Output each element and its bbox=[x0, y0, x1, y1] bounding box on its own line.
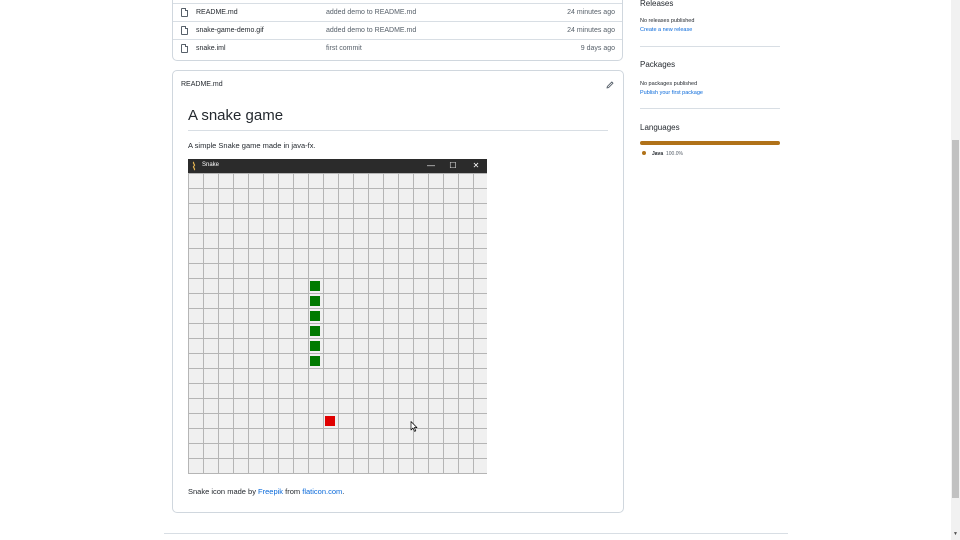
snake-segment bbox=[310, 326, 320, 336]
sidebar-divider bbox=[640, 108, 780, 109]
readme-header: README.md bbox=[173, 71, 623, 99]
file-row[interactable]: snake.iml first commit 9 days ago bbox=[173, 39, 622, 58]
commit-age: 24 minutes ago bbox=[567, 9, 615, 16]
pencil-icon[interactable] bbox=[605, 80, 615, 90]
snake-food bbox=[325, 416, 335, 426]
packages-heading[interactable]: Packages bbox=[640, 60, 675, 69]
snake-segment bbox=[310, 281, 320, 291]
snake-demo-image: Snake — ☐ ✕ bbox=[188, 159, 487, 474]
flaticon-link[interactable]: flaticon.com bbox=[302, 487, 342, 496]
file-name[interactable]: snake-game-demo.gif bbox=[196, 27, 264, 34]
credit-middle: from bbox=[283, 487, 303, 496]
readme-title: A snake game bbox=[188, 107, 284, 124]
language-bar bbox=[640, 141, 780, 145]
scroll-down-arrow-icon[interactable]: ▼ bbox=[952, 531, 959, 538]
publish-package-link[interactable]: Publish your first package bbox=[640, 90, 703, 96]
mouse-cursor-icon bbox=[410, 421, 418, 432]
file-icon bbox=[181, 26, 188, 35]
sidebar-divider bbox=[640, 46, 780, 47]
snake-segment bbox=[310, 341, 320, 351]
releases-text: No releases published bbox=[640, 18, 695, 24]
releases-heading[interactable]: Releases bbox=[640, 0, 673, 8]
credit-prefix: Snake icon made by bbox=[188, 487, 259, 496]
commit-message[interactable]: added demo to README.md bbox=[326, 9, 416, 16]
commit-message[interactable]: added demo to README.md bbox=[326, 27, 416, 34]
repository-page: README.md added demo to README.md 24 min… bbox=[0, 0, 960, 540]
snake-app-icon bbox=[192, 161, 196, 171]
freepik-link[interactable]: Freepik bbox=[258, 487, 283, 496]
demo-window-title: Snake bbox=[202, 162, 220, 168]
scrollbar-thumb[interactable] bbox=[952, 140, 959, 498]
readme-credit: Snake icon made by Freepik from flaticon… bbox=[188, 487, 344, 496]
minimize-icon: — bbox=[427, 161, 435, 170]
readme-description: A simple Snake game made in java-fx. bbox=[188, 141, 316, 150]
file-icon bbox=[181, 44, 188, 53]
snake-segment bbox=[310, 356, 320, 366]
footer-divider bbox=[164, 533, 788, 534]
language-color-dot bbox=[642, 151, 646, 155]
create-release-link[interactable]: Create a new release bbox=[640, 27, 692, 33]
file-row[interactable]: snake-game-demo.gif added demo to README… bbox=[173, 21, 622, 40]
packages-text: No packages published bbox=[640, 81, 698, 87]
commit-message[interactable]: first commit bbox=[326, 45, 362, 52]
languages-heading: Languages bbox=[640, 123, 680, 132]
snake-segment bbox=[310, 296, 320, 306]
maximize-icon: ☐ bbox=[449, 161, 457, 170]
demo-window-titlebar: Snake — ☐ ✕ bbox=[188, 159, 487, 173]
file-list: README.md added demo to README.md 24 min… bbox=[172, 0, 623, 61]
file-name[interactable]: snake.iml bbox=[196, 45, 226, 52]
game-board bbox=[188, 173, 487, 474]
title-divider bbox=[188, 130, 608, 131]
readme-filename: README.md bbox=[181, 81, 223, 88]
language-name[interactable]: Java bbox=[652, 151, 663, 157]
file-icon bbox=[181, 8, 188, 17]
close-icon: ✕ bbox=[472, 161, 480, 170]
file-name[interactable]: README.md bbox=[196, 9, 238, 16]
credit-suffix: . bbox=[342, 487, 345, 496]
readme-panel: README.md A snake game A simple Snake ga… bbox=[172, 70, 624, 513]
commit-age: 24 minutes ago bbox=[567, 27, 615, 34]
language-percent: 100.0% bbox=[666, 151, 683, 157]
snake-segment bbox=[310, 311, 320, 321]
file-row[interactable]: README.md added demo to README.md 24 min… bbox=[173, 3, 622, 22]
commit-age: 9 days ago bbox=[580, 45, 615, 52]
